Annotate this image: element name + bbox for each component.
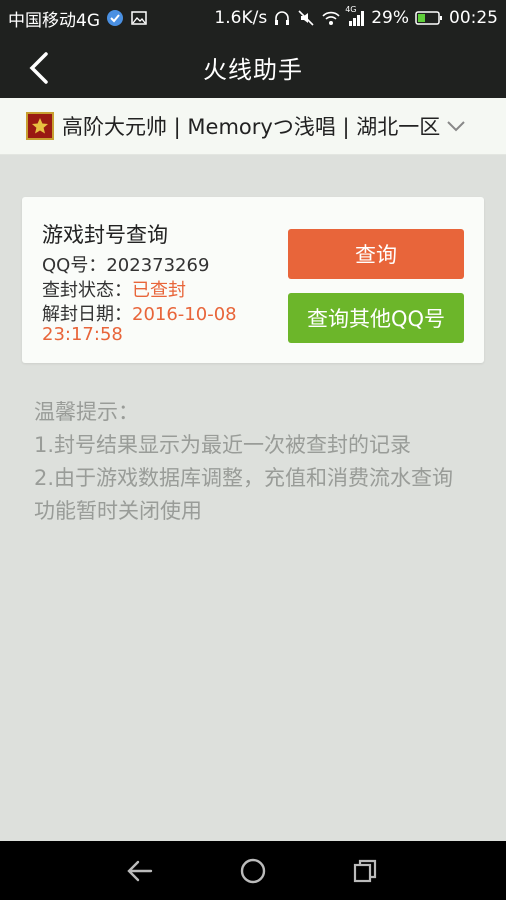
battery-icon xyxy=(415,10,443,26)
carrier-label: 中国移动4G xyxy=(8,10,100,31)
unban-label: 解封日期： xyxy=(42,304,132,325)
status-label: 查封状态： xyxy=(42,280,132,301)
signal-icon: 4G xyxy=(345,5,365,27)
tip-item: 1.封号结果显示为最近一次被查封的记录 xyxy=(34,433,412,457)
gallery-icon xyxy=(130,9,148,27)
back-arrow-icon xyxy=(127,860,153,882)
home-circle-icon xyxy=(240,858,266,884)
system-home-button[interactable] xyxy=(237,855,269,887)
page-title: 火线助手 xyxy=(203,55,303,84)
query-other-qq-button[interactable]: 查询其他QQ号 xyxy=(288,293,464,343)
chevron-down-icon xyxy=(446,119,466,133)
wifi-icon xyxy=(321,9,341,27)
network-type: 4G xyxy=(345,5,357,14)
system-back-button[interactable] xyxy=(124,855,156,887)
network-speed: 1.6K/s xyxy=(214,8,268,28)
mute-icon xyxy=(297,9,315,27)
qq-value: 202373269 xyxy=(106,255,210,276)
recents-icon xyxy=(353,859,377,883)
tip-item: 2.由于游戏数据库调整，充值和消费流水查询功能暂时关闭使用 xyxy=(34,466,454,523)
ban-query-card: 游戏封号查询 QQ号：202373269 查封状态：已查封 解封日期：2016-… xyxy=(22,197,484,363)
battery-percent: 29% xyxy=(371,8,409,28)
tips-heading: 温馨提示： xyxy=(34,400,139,424)
chevron-left-icon xyxy=(29,52,48,84)
tips-section: 温馨提示： 1.封号结果显示为最近一次被查封的记录 2.由于游戏数据库调整，充值… xyxy=(34,396,474,528)
account-label: 高阶大元帅 | Memoryつ浅唱 | 湖北一区 xyxy=(62,115,441,139)
status-row: 查封状态：已查封 xyxy=(42,276,186,302)
system-recents-button[interactable] xyxy=(349,855,381,887)
qq-label: QQ号： xyxy=(42,255,107,276)
unban-date: 2016-10-08 xyxy=(132,304,237,325)
account-selector[interactable]: 高阶大元帅 | Memoryつ浅唱 | 湖北一区 xyxy=(0,98,506,155)
status-bar: 中国移动4G 1.6K/s 4G 29% 00:25 xyxy=(0,0,506,36)
clock: 00:25 xyxy=(449,8,498,28)
unban-row: 解封日期：2016-10-08 xyxy=(42,300,237,326)
headphones-icon xyxy=(273,9,291,27)
rank-badge-icon xyxy=(26,112,54,140)
shield-icon xyxy=(106,9,124,27)
unban-time: 23:17:58 xyxy=(42,324,123,345)
back-button[interactable] xyxy=(18,48,58,88)
system-nav-bar xyxy=(0,841,506,900)
qq-row: QQ号：202373269 xyxy=(42,251,209,277)
query-button[interactable]: 查询 xyxy=(288,229,464,279)
status-value: 已查封 xyxy=(132,280,186,301)
app-header: 火线助手 xyxy=(0,36,506,98)
card-title: 游戏封号查询 xyxy=(42,223,168,247)
